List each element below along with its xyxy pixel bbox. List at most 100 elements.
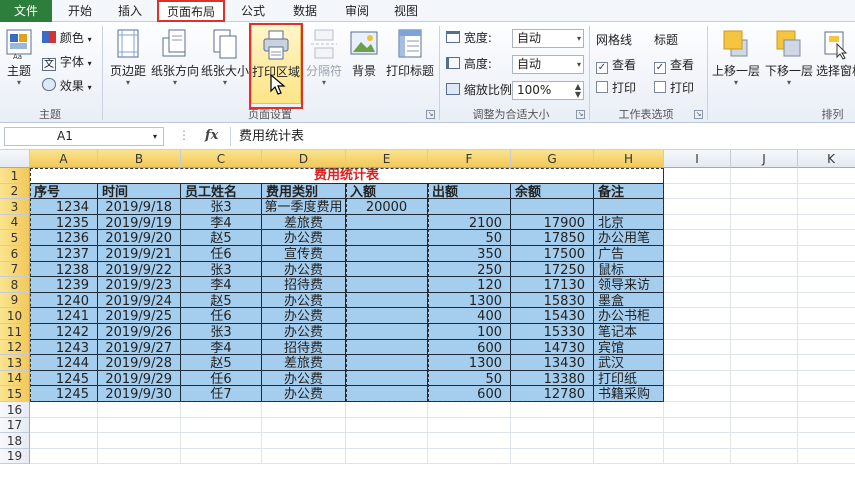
header-cell[interactable]: 入额 [346, 184, 428, 199]
empty-cell[interactable] [731, 340, 798, 355]
empty-cell[interactable] [664, 324, 731, 340]
empty-cell[interactable] [511, 402, 594, 418]
table-cell[interactable]: 办公费 [262, 308, 346, 324]
empty-cell[interactable] [731, 433, 798, 449]
table-cell[interactable]: 宾馆 [594, 340, 664, 355]
table-cell[interactable] [346, 340, 428, 355]
table-cell[interactable]: 2019/9/23 [98, 277, 181, 293]
empty-cell[interactable] [664, 449, 731, 464]
table-cell[interactable]: 2019/9/22 [98, 262, 181, 277]
table-cell[interactable]: 2019/9/20 [98, 230, 181, 246]
table-cell[interactable]: 1242 [30, 324, 98, 340]
table-cell[interactable] [511, 199, 594, 215]
empty-cell[interactable] [731, 230, 798, 246]
header-cell[interactable]: 员工姓名 [181, 184, 262, 199]
selection-pane-button[interactable]: 选择窗格 [816, 24, 855, 104]
send-backward-button[interactable]: 下移一层 ▾ [763, 24, 815, 104]
table-cell[interactable] [346, 246, 428, 262]
tab-review[interactable]: 审阅 [334, 0, 380, 22]
empty-cell[interactable] [664, 168, 731, 184]
tab-file[interactable]: 文件 [0, 0, 52, 22]
empty-cell[interactable] [664, 277, 731, 293]
orientation-button[interactable]: 纸张方向 ▾ [150, 24, 200, 104]
table-cell[interactable]: 15330 [511, 324, 594, 340]
column-header[interactable]: K [798, 150, 855, 168]
empty-cell[interactable] [30, 402, 98, 418]
table-cell[interactable]: 20000 [346, 199, 428, 215]
table-cell[interactable]: 办公费 [262, 293, 346, 308]
table-cell[interactable]: 13430 [511, 355, 594, 371]
empty-cell[interactable] [798, 215, 855, 230]
column-header[interactable]: D [262, 150, 346, 168]
empty-cell[interactable] [664, 371, 731, 386]
print-titles-button[interactable]: 打印标题 [384, 24, 436, 104]
table-cell[interactable]: 李4 [181, 215, 262, 230]
row-header[interactable]: 17 [0, 418, 30, 433]
table-cell[interactable] [346, 293, 428, 308]
empty-cell[interactable] [664, 215, 731, 230]
table-cell[interactable]: 武汉 [594, 355, 664, 371]
row-header[interactable]: 19 [0, 449, 30, 464]
empty-cell[interactable] [262, 418, 346, 433]
column-header[interactable]: F [428, 150, 511, 168]
row-header[interactable]: 11 [0, 324, 30, 340]
empty-cell[interactable] [731, 324, 798, 340]
table-cell[interactable]: 广告 [594, 246, 664, 262]
scale-launcher-icon[interactable]: ↘ [576, 110, 585, 119]
row-header[interactable]: 8 [0, 277, 30, 293]
row-header[interactable]: 16 [0, 402, 30, 418]
row-header[interactable]: 10 [0, 308, 30, 324]
table-cell[interactable] [346, 277, 428, 293]
table-cell[interactable]: 第一季度费用 [262, 199, 346, 215]
table-cell[interactable] [594, 199, 664, 215]
table-cell[interactable]: 北京 [594, 215, 664, 230]
empty-cell[interactable] [594, 449, 664, 464]
column-header[interactable]: E [346, 150, 428, 168]
empty-cell[interactable] [798, 262, 855, 277]
empty-cell[interactable] [798, 308, 855, 324]
empty-cell[interactable] [594, 402, 664, 418]
empty-cell[interactable] [798, 449, 855, 464]
empty-cell[interactable] [664, 340, 731, 355]
table-cell[interactable]: 1241 [30, 308, 98, 324]
table-cell[interactable] [428, 199, 511, 215]
table-cell[interactable]: 1300 [428, 293, 511, 308]
empty-cell[interactable] [798, 371, 855, 386]
table-cell[interactable]: 任6 [181, 308, 262, 324]
table-cell[interactable]: 250 [428, 262, 511, 277]
header-cell[interactable]: 出额 [428, 184, 511, 199]
empty-cell[interactable] [664, 402, 731, 418]
table-cell[interactable]: 1243 [30, 340, 98, 355]
table-cell[interactable]: 赵5 [181, 230, 262, 246]
table-cell[interactable]: 任7 [181, 386, 262, 402]
table-cell[interactable]: 17130 [511, 277, 594, 293]
empty-cell[interactable] [731, 184, 798, 199]
table-cell[interactable]: 书籍采购 [594, 386, 664, 402]
table-cell[interactable]: 2100 [428, 215, 511, 230]
table-cell[interactable]: 2019/9/24 [98, 293, 181, 308]
table-cell[interactable]: 13380 [511, 371, 594, 386]
fx-icon[interactable]: fx [205, 128, 218, 143]
tab-view[interactable]: 视图 [386, 0, 426, 22]
empty-cell[interactable] [664, 199, 731, 215]
table-cell[interactable] [346, 262, 428, 277]
table-cell[interactable]: 50 [428, 230, 511, 246]
empty-cell[interactable] [262, 402, 346, 418]
table-cell[interactable]: 17900 [511, 215, 594, 230]
select-all-corner[interactable] [0, 150, 30, 168]
empty-cell[interactable] [798, 168, 855, 184]
empty-cell[interactable] [428, 402, 511, 418]
column-header[interactable]: G [511, 150, 594, 168]
table-cell[interactable]: 招待费 [262, 277, 346, 293]
table-cell[interactable]: 2019/9/25 [98, 308, 181, 324]
table-cell[interactable]: 办公费 [262, 371, 346, 386]
empty-cell[interactable] [664, 246, 731, 262]
sheet-options-launcher-icon[interactable]: ↘ [694, 110, 703, 119]
table-cell[interactable]: 1300 [428, 355, 511, 371]
empty-cell[interactable] [511, 433, 594, 449]
page-setup-launcher-icon[interactable]: ↘ [426, 110, 435, 119]
table-cell[interactable] [346, 324, 428, 340]
table-cell[interactable]: 2019/9/19 [98, 215, 181, 230]
row-header[interactable]: 4 [0, 215, 30, 230]
empty-cell[interactable] [181, 449, 262, 464]
